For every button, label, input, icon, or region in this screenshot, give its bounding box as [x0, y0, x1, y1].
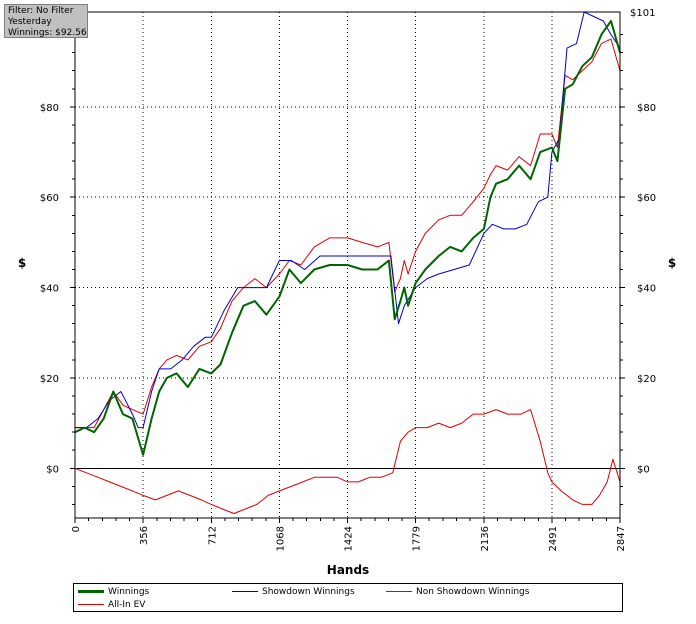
x-tick-label: 712 [207, 526, 218, 545]
x-tick-label: 2491 [548, 526, 559, 551]
y-tick-label-left: $40 [40, 284, 59, 295]
y-tick-label-right: $40 [637, 284, 656, 295]
x-tick-label: 2847 [616, 526, 627, 551]
y-tick-label-left: $0 [46, 464, 59, 475]
legend-label-showdown: Showdown Winnings [262, 587, 355, 597]
y-tick-label-right: $20 [637, 374, 656, 385]
x-tick-label: 356 [139, 526, 150, 545]
x-tick-label: 0 [71, 526, 82, 532]
legend: Winnings Showdown Winnings Non Showdown … [73, 583, 623, 612]
legend-swatch-allin [78, 604, 104, 605]
legend-swatch-showdown [232, 591, 258, 592]
legend-item-allin: All-In EV [78, 599, 145, 611]
filter-label: Filter: No Filter [8, 6, 74, 16]
y-top-label-right: $101 [630, 8, 655, 19]
filter-info-box: Filter: No Filter Yesterday Winnings: $9… [4, 4, 88, 38]
date-range-label: Yesterday [8, 17, 52, 27]
y-tick-label-left: $80 [40, 103, 59, 114]
y-tick-label-right: $60 [637, 193, 656, 204]
x-tick-label: 1424 [344, 526, 355, 551]
series-line-all-in-ev [75, 38, 621, 429]
legend-label-allin: All-In EV [108, 600, 146, 610]
x-tick-label: 1068 [275, 526, 286, 551]
series-line-showdown-winnings [75, 11, 621, 429]
x-tick-label: 1779 [412, 526, 423, 551]
legend-swatch-nonshowdown [386, 591, 412, 592]
y-tick-label-left: $60 [40, 193, 59, 204]
legend-item-showdown: Showdown Winnings [232, 586, 355, 598]
legend-label-winnings: Winnings [108, 587, 150, 597]
legend-label-nonshowdown: Non Showdown Winnings [416, 587, 530, 597]
winnings-total-label: Winnings: $92.56 [8, 28, 87, 38]
x-tick-label: 2136 [480, 526, 491, 551]
y-tick-label-left: $20 [40, 374, 59, 385]
series-line-non-showdown-winnings [74, 409, 621, 514]
y-axis-title-right: $ [668, 256, 676, 270]
winnings-graph: 0 356 712 1068 1424 1779 2136 2491 2847 $0 $0 $20 $2… [18, 8, 676, 577]
x-axis-title: Hands [327, 563, 369, 577]
legend-item-nonshowdown: Non Showdown Winnings [386, 586, 529, 598]
y-tick-label-right: $0 [637, 464, 650, 475]
legend-item-winnings: Winnings [78, 586, 149, 598]
legend-swatch-winnings [78, 590, 104, 593]
y-axis-title-left: $ [18, 256, 26, 270]
y-tick-label-right: $80 [637, 103, 656, 114]
chart-window: 0 356 712 1068 1424 1779 2136 2491 2847 $0 $0 $20 $2… [0, 0, 696, 624]
